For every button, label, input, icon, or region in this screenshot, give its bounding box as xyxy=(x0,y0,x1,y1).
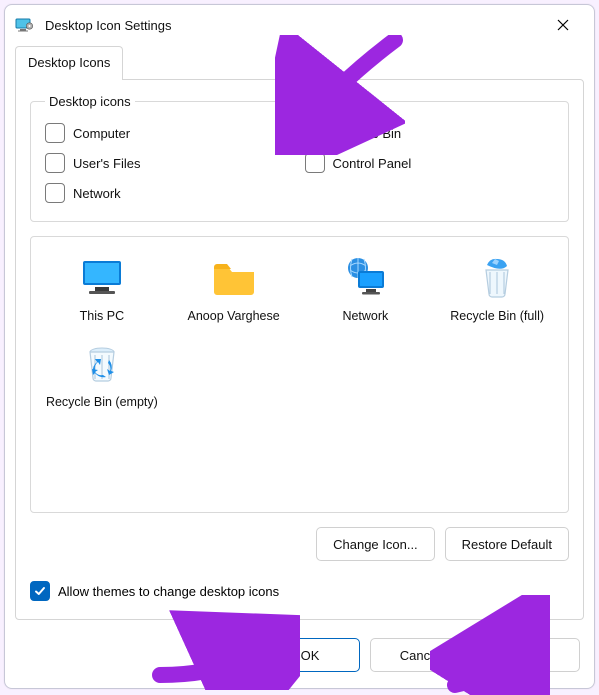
desktop-icons-group: Desktop icons Computer Recycle Bin User'… xyxy=(30,94,569,222)
tab-strip: Desktop Icons xyxy=(5,45,594,79)
cancel-button[interactable]: Cancel xyxy=(370,638,470,672)
preview-recycle-bin-empty[interactable]: Recycle Bin (empty) xyxy=(39,335,165,415)
folder-icon xyxy=(209,253,259,303)
change-icon-button[interactable]: Change Icon... xyxy=(316,527,435,561)
desktop-icon-settings-dialog: Desktop Icon Settings Desktop Icons Desk… xyxy=(4,4,595,689)
checkbox-label: Recycle Bin xyxy=(333,126,402,141)
checkbox-control-panel[interactable]: Control Panel xyxy=(305,153,555,173)
recycle-bin-full-icon xyxy=(472,253,522,303)
group-legend: Desktop icons xyxy=(45,94,135,109)
checkbox-label: Network xyxy=(73,186,121,201)
checkbox-box[interactable] xyxy=(45,183,65,203)
icon-preview-panel: This PC Anoop Varghese Networ xyxy=(30,236,569,513)
checkbox-label: User's Files xyxy=(73,156,141,171)
icon-action-row: Change Icon... Restore Default xyxy=(30,527,569,561)
recycle-bin-empty-icon xyxy=(77,339,127,389)
icon-label: This PC xyxy=(80,309,124,325)
icon-label: Recycle Bin (full) xyxy=(450,309,544,325)
checkbox-box[interactable] xyxy=(45,123,65,143)
ok-button[interactable]: OK xyxy=(260,638,360,672)
close-button[interactable] xyxy=(540,9,586,41)
checkbox-recycle-bin[interactable]: Recycle Bin xyxy=(305,123,555,143)
tab-panel: Desktop icons Computer Recycle Bin User'… xyxy=(15,79,584,620)
display-settings-icon xyxy=(15,15,35,35)
preview-user-folder[interactable]: Anoop Varghese xyxy=(171,249,297,329)
computer-icon xyxy=(77,253,127,303)
icon-label: Recycle Bin (empty) xyxy=(46,395,158,411)
network-icon xyxy=(340,253,390,303)
checkbox-allow-themes[interactable]: Allow themes to change desktop icons xyxy=(30,581,569,601)
preview-this-pc[interactable]: This PC xyxy=(39,249,165,329)
icon-label: Network xyxy=(342,309,388,325)
checkbox-box[interactable] xyxy=(30,581,50,601)
dialog-title: Desktop Icon Settings xyxy=(45,18,540,33)
checkbox-box[interactable] xyxy=(305,153,325,173)
preview-network[interactable]: Network xyxy=(303,249,429,329)
icon-label: Anoop Varghese xyxy=(188,309,280,325)
checkbox-computer[interactable]: Computer xyxy=(45,123,295,143)
apply-button[interactable]: Apply xyxy=(480,638,580,672)
checkbox-users-files[interactable]: User's Files xyxy=(45,153,295,173)
checkbox-box[interactable] xyxy=(45,153,65,173)
checkbox-box[interactable] xyxy=(305,123,325,143)
dialog-button-bar: OK Cancel Apply xyxy=(5,630,594,688)
checkbox-label: Control Panel xyxy=(333,156,412,171)
preview-recycle-bin-full[interactable]: Recycle Bin (full) xyxy=(434,249,560,329)
tab-desktop-icons[interactable]: Desktop Icons xyxy=(15,46,123,80)
titlebar: Desktop Icon Settings xyxy=(5,5,594,45)
checkbox-network[interactable]: Network xyxy=(45,183,295,203)
restore-default-button[interactable]: Restore Default xyxy=(445,527,569,561)
checkbox-label: Computer xyxy=(73,126,130,141)
checkbox-label: Allow themes to change desktop icons xyxy=(58,584,279,599)
